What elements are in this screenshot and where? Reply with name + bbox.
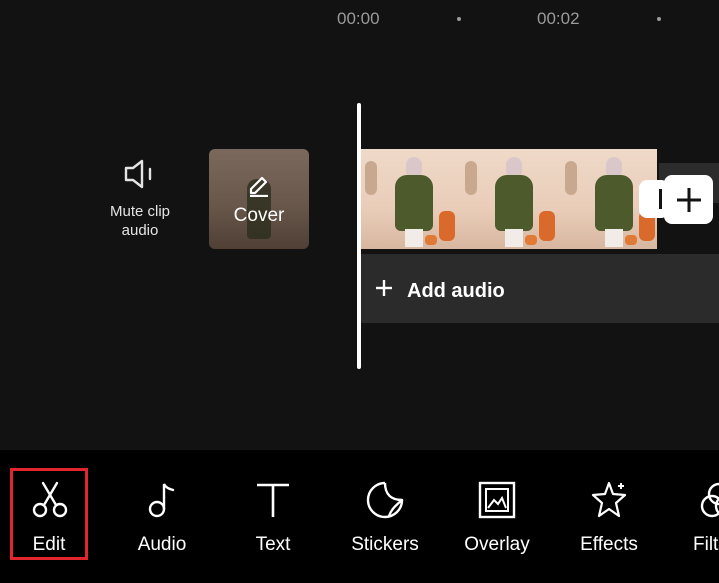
overlay-icon [478, 481, 516, 519]
tool-stickers[interactable]: Stickers [329, 450, 441, 562]
add-audio-button[interactable]: Add audio [361, 254, 719, 323]
tool-overlay[interactable]: Overlay [441, 450, 553, 562]
tool-label: Overlay [464, 534, 530, 555]
video-clip-track[interactable] [361, 149, 657, 249]
clip-frame-thumbnail [361, 149, 461, 249]
add-clip-button[interactable] [664, 175, 713, 224]
tool-edit[interactable]: Edit [0, 450, 112, 562]
ruler-time-2s: 00:02 [537, 9, 580, 28]
text-icon [257, 483, 289, 517]
clip-frame-thumbnail [461, 149, 561, 249]
cover-button[interactable]: Cover [209, 149, 309, 249]
pencil-icon [249, 176, 268, 197]
tool-label: Text [255, 534, 291, 555]
tool-label: Stickers [351, 534, 419, 555]
playhead[interactable] [357, 103, 361, 369]
ruler-tick-dot [457, 17, 461, 21]
tool-label: Filt [693, 534, 719, 555]
tool-label: Edit [32, 534, 66, 555]
plus-icon [376, 280, 392, 296]
sticker-icon [366, 481, 404, 519]
mute-clip-audio-button[interactable]: Mute clip audio [100, 158, 180, 240]
plus-icon [676, 187, 701, 212]
filters-icon [700, 482, 719, 518]
timeline-editor: 00:00 00:02 Mute clip audio Cover Add au… [0, 0, 719, 450]
ruler-time-start: 00:00 [337, 9, 380, 28]
cover-label: Cover [233, 205, 285, 226]
scissors-icon [32, 481, 68, 518]
add-audio-label: Add audio [407, 280, 505, 302]
tool-text[interactable]: Text [217, 450, 329, 562]
mute-clip-label-line2: audio [121, 222, 159, 239]
effects-star-icon [591, 481, 627, 518]
ruler-tick-dot [657, 17, 661, 21]
mute-clip-label-line1: Mute clip [109, 203, 171, 220]
tool-label: Audio [137, 534, 187, 555]
tool-filters[interactable]: Filt [665, 450, 719, 562]
bottom-toolbar: Edit Audio Text Stickers Overlay Effects… [0, 450, 719, 583]
tool-audio[interactable]: Audio [106, 450, 218, 562]
speaker-icon [124, 159, 152, 189]
music-note-icon [148, 483, 175, 518]
tool-label: Effects [580, 534, 638, 555]
tool-effects[interactable]: Effects [553, 450, 665, 562]
